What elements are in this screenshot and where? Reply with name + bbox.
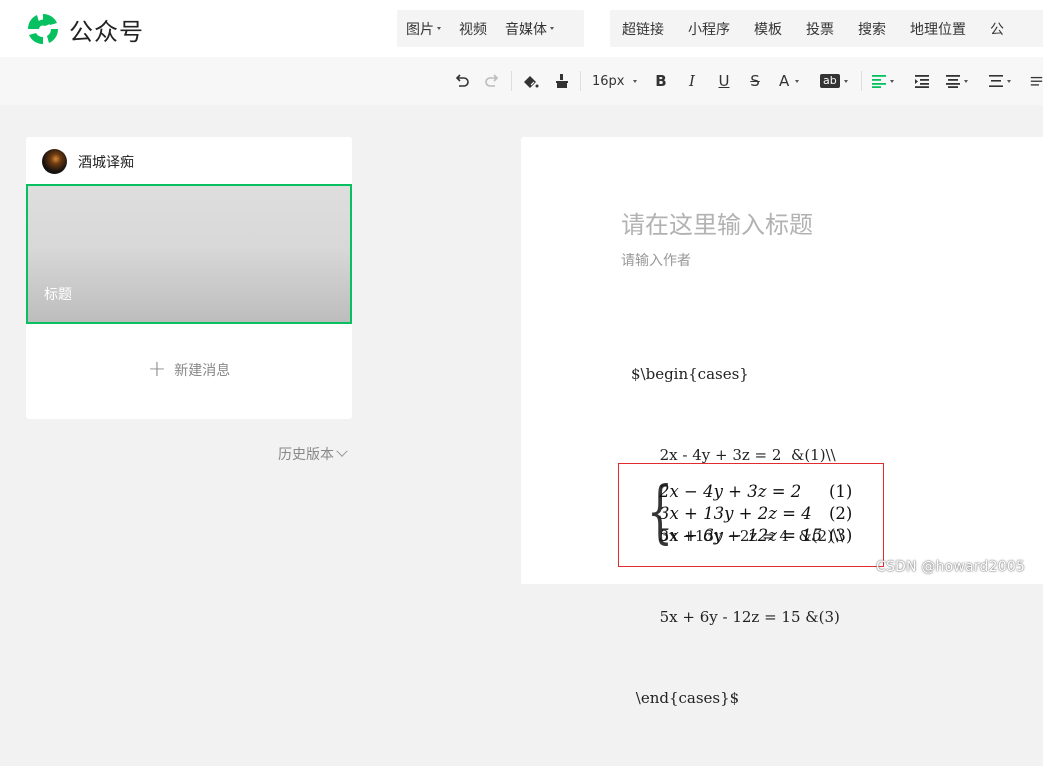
line-spacing-button[interactable] [988, 70, 1016, 92]
insert-video-label: 视频 [459, 21, 487, 38]
bold-icon[interactable]: B [652, 70, 670, 92]
formula-row: 3x + 13y + 2z = 4 [659, 504, 812, 523]
chevron-down-icon [632, 79, 637, 83]
top-bar: 公众号 图片 视频 音媒体 超链接 小程序 模板 投票 搜索 地理位置 公 [0, 0, 1043, 57]
insert-more-button[interactable]: 公 [978, 19, 1016, 39]
rendered-formula-highlight: { 2x − 4y + 3z = 2 (1) 3x + 13y + 2z = 4… [618, 463, 884, 567]
author-input[interactable]: 请输入作者 [621, 250, 691, 270]
insert-template-button[interactable]: 模板 [742, 19, 794, 39]
insert-search-button[interactable]: 搜索 [846, 19, 898, 39]
text-align-icon [946, 75, 960, 88]
article-title: 标题 [44, 287, 72, 303]
text-align-button[interactable] [945, 70, 973, 92]
insert-image-menu[interactable]: 图片 [397, 19, 450, 39]
insert-media-group: 图片 视频 音媒体 [397, 10, 584, 47]
chevron-down-icon [1007, 79, 1011, 83]
rendered-formula: { 2x − 4y + 3z = 2 (1) 3x + 13y + 2z = 4… [647, 479, 867, 548]
code-line: \end{cases}$ [631, 689, 740, 707]
formula-row: 2x − 4y + 3z = 2 [659, 482, 802, 501]
new-message-label: 新建消息 [174, 363, 231, 379]
align-left-button[interactable] [871, 70, 899, 92]
font-color-icon: A [779, 72, 790, 90]
clear-format-icon[interactable] [520, 70, 540, 92]
redo-icon[interactable] [482, 70, 502, 92]
chevron-down-icon [964, 79, 968, 83]
history-version-button[interactable]: 历史版本 [278, 444, 348, 464]
toolbar-divider [580, 71, 581, 91]
format-painter-icon[interactable] [552, 70, 572, 92]
toolbar-divider [511, 71, 512, 91]
app-logo[interactable]: 公众号 [25, 12, 144, 46]
italic-icon[interactable]: I [684, 70, 700, 92]
history-version-label: 历史版本 [278, 447, 334, 463]
more-icon[interactable] [1030, 70, 1043, 92]
account-info: 酒城译痴 [42, 149, 134, 174]
insert-miniprogram-button[interactable]: 小程序 [676, 19, 742, 39]
insert-location-button[interactable]: 地理位置 [898, 19, 978, 39]
insert-audio-menu[interactable]: 音媒体 [496, 19, 563, 39]
watermark: CSDN @howard2005 [876, 559, 1026, 575]
account-name: 酒城译痴 [78, 154, 134, 171]
formula-number: (1) [829, 482, 853, 501]
font-size-select[interactable]: 16px [592, 70, 640, 92]
strikethrough-icon[interactable]: S [747, 70, 763, 92]
format-toolbar: 16px B I U S A ab [0, 57, 1043, 105]
formula-number: (2) [829, 504, 853, 523]
insert-extra-group: 超链接 小程序 模板 投票 搜索 地理位置 公 [610, 10, 1043, 47]
wechat-logo-icon [27, 13, 59, 45]
app-title: 公众号 [69, 17, 144, 46]
underline-icon[interactable]: U [716, 70, 732, 92]
background-color-icon: ab [820, 74, 840, 88]
insert-audio-label: 音媒体 [505, 21, 547, 38]
code-line: 5x + 6y - 12z = 15 &(3) [631, 608, 840, 626]
new-message-button[interactable]: + 新建消息 [26, 359, 352, 381]
line-spacing-icon [989, 75, 1003, 87]
font-size-value: 16px [592, 73, 625, 89]
chevron-down-icon [336, 445, 348, 457]
chevron-down-icon [890, 79, 894, 83]
insert-link-button[interactable]: 超链接 [610, 19, 676, 39]
indent-icon[interactable] [913, 70, 931, 92]
toolbar-divider [861, 71, 862, 91]
formula-number: (3) [829, 526, 853, 545]
undo-icon[interactable] [452, 70, 472, 92]
formula-row: 5x + 6y − 12z = 15 [659, 526, 823, 545]
chevron-down-icon [843, 79, 848, 83]
code-line: $\begin{cases} [631, 365, 749, 383]
insert-video-button[interactable]: 视频 [450, 19, 496, 39]
avatar [42, 149, 67, 174]
editor-panel: 请在这里输入标题 请输入作者 $\begin{cases} 2x - 4y + … [521, 137, 1043, 707]
article-cover-selected[interactable]: 标题 [26, 184, 352, 324]
align-left-icon [872, 75, 886, 88]
title-input[interactable]: 请在这里输入标题 [621, 205, 813, 240]
insert-vote-button[interactable]: 投票 [794, 19, 846, 39]
chevron-down-icon [550, 27, 554, 30]
chevron-down-icon [795, 79, 800, 83]
plus-icon: + [147, 357, 167, 382]
article-list-card: 酒城译痴 标题 + 新建消息 [26, 137, 352, 419]
background-color-button[interactable]: ab [820, 70, 852, 92]
font-color-button[interactable]: A [779, 70, 807, 92]
insert-image-label: 图片 [406, 21, 434, 38]
chevron-down-icon [437, 27, 441, 30]
